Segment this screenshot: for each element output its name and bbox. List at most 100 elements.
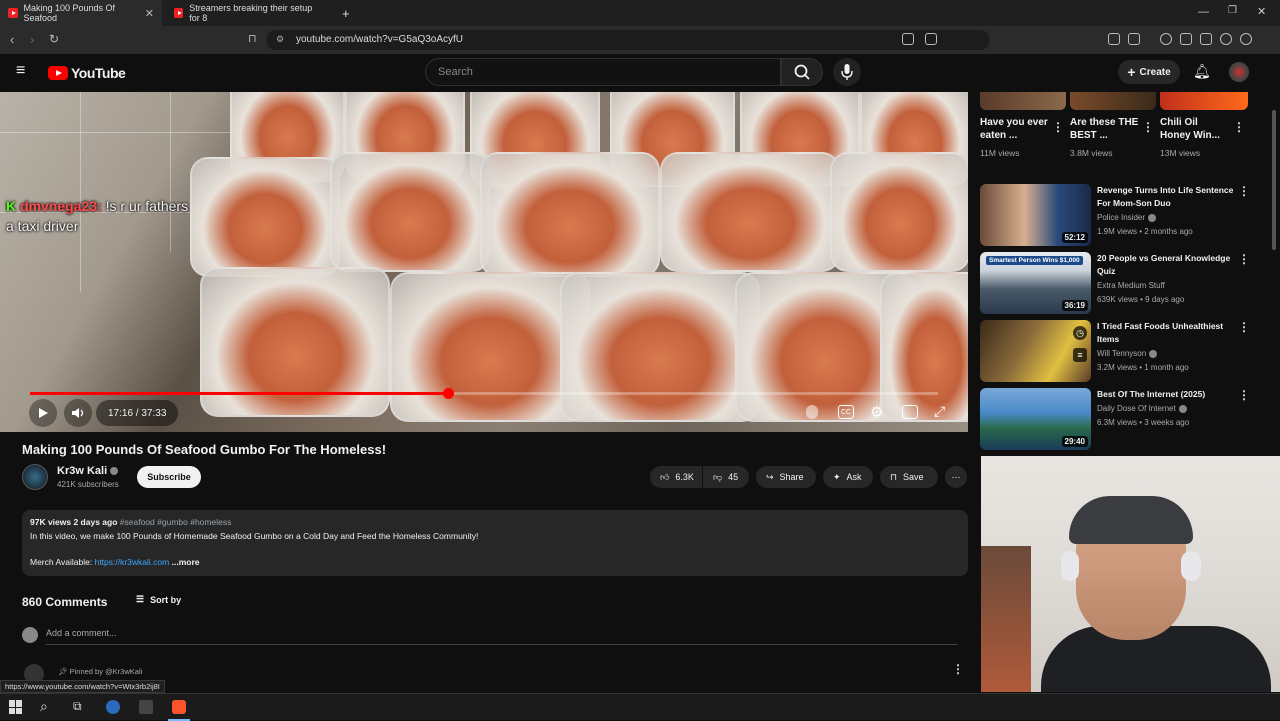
browser-toolbar: ‹ › ↻ ⊓ ⚙ youtube.com/watch?v=G5aQ3oAcyf…: [0, 26, 1280, 72]
notifications-bell-icon[interactable]: 🔔︎: [1193, 63, 1211, 80]
dislike-count: 45: [728, 472, 739, 482]
search-icon: [794, 64, 810, 80]
cast-icon[interactable]: [902, 33, 914, 45]
browser-tab-active[interactable]: Making 100 Pounds Of Seafood ✕: [0, 0, 162, 26]
leo-ai-icon[interactable]: [1220, 33, 1232, 45]
short-title[interactable]: Chili Oil Honey Win...: [1160, 116, 1230, 142]
recommended-title[interactable]: Revenge Turns Into Life Sentence For Mom…: [1097, 184, 1237, 210]
short-title[interactable]: Have you ever eaten ...: [980, 116, 1050, 142]
progress-bar[interactable]: [30, 388, 938, 399]
video-thumbnail[interactable]: 52:12: [980, 184, 1091, 246]
short-thumbnail[interactable]: [1070, 92, 1156, 110]
voice-search-button[interactable]: [833, 58, 861, 86]
video-menu-icon[interactable]: ⋮: [1238, 388, 1250, 402]
recommended-title[interactable]: Best Of The Internet (2025): [1097, 388, 1237, 401]
video-player[interactable]: K dmvnega23: !s r ur fathers a taxi driv…: [0, 92, 968, 432]
short-thumbnail[interactable]: [1160, 92, 1248, 110]
more-actions-button[interactable]: ⋯: [945, 466, 967, 488]
short-menu-icon[interactable]: ⋮: [1233, 120, 1245, 134]
account-avatar[interactable]: [1229, 62, 1249, 82]
save-button[interactable]: ⊓ Save: [880, 466, 938, 488]
search-input[interactable]: Search: [425, 58, 781, 86]
share-page-icon[interactable]: [925, 33, 937, 45]
merch-link[interactable]: https://kr3wkali.com: [95, 557, 170, 567]
recommended-channel[interactable]: Extra Medium Stuff: [1097, 281, 1165, 290]
theater-mode-icon[interactable]: [902, 405, 918, 419]
sidebar-toggle-icon[interactable]: [1180, 33, 1192, 45]
watch-later-icon[interactable]: ◷: [1073, 326, 1087, 340]
play-button[interactable]: [29, 399, 57, 427]
back-icon[interactable]: ‹: [10, 32, 14, 47]
hamburger-menu-icon[interactable]: ≡: [16, 62, 25, 80]
youtube-logo[interactable]: YouTube: [48, 65, 126, 81]
browser-tab[interactable]: Streamers breaking their setup for 8: [166, 0, 330, 26]
add-comment-input[interactable]: Add a comment...: [46, 628, 958, 645]
comment-menu-icon[interactable]: ⋮: [952, 662, 964, 676]
recommended-video[interactable]: 29:40 Best Of The Internet (2025) Daily …: [980, 388, 1250, 452]
hashtags[interactable]: #seafood #gumbo #homeless: [120, 517, 232, 527]
subscribe-button[interactable]: Subscribe: [137, 466, 201, 488]
recommended-video[interactable]: ◷ ≡ I Tried Fast Foods Unhealthiest Item…: [980, 320, 1250, 384]
sidebar-scrollbar[interactable]: [1272, 110, 1276, 250]
search-button[interactable]: [781, 58, 823, 86]
settings-gear-icon[interactable]: ⚙: [870, 403, 883, 421]
taskbar-search-icon[interactable]: ⌕: [40, 698, 48, 715]
close-tab-icon[interactable]: ✕: [145, 7, 154, 20]
brave-browser-icon[interactable]: [172, 700, 186, 714]
recommended-video[interactable]: 52:12 Revenge Turns Into Life Sentence F…: [980, 184, 1250, 248]
ask-button[interactable]: ✦ Ask: [823, 466, 873, 488]
recommended-channel[interactable]: Will Tennyson: [1097, 349, 1158, 358]
epic-games-icon[interactable]: [139, 700, 153, 714]
show-more-button[interactable]: ...more: [172, 557, 200, 567]
sort-comments-button[interactable]: ☰ Sort by: [136, 594, 181, 605]
video-thumbnail[interactable]: 29:40: [980, 388, 1091, 450]
autoplay-toggle[interactable]: [806, 405, 818, 419]
dislike-button[interactable]: 👎︎ 45: [703, 466, 749, 488]
short-menu-icon[interactable]: ⋮: [1052, 120, 1064, 134]
video-menu-icon[interactable]: ⋮: [1238, 184, 1250, 198]
recommended-title[interactable]: I Tried Fast Foods Unhealthiest Items: [1097, 320, 1237, 346]
site-info-icon[interactable]: ⚙: [276, 34, 284, 45]
media-icon[interactable]: [1160, 33, 1172, 45]
like-button[interactable]: 👍︎ 6.3K: [650, 466, 702, 488]
sort-label: Sort by: [150, 594, 182, 605]
channel-name[interactable]: Kr3w Kali: [57, 465, 119, 477]
short-menu-icon[interactable]: ⋮: [1142, 120, 1154, 134]
captions-icon[interactable]: CC: [838, 405, 854, 419]
mute-button[interactable]: [64, 399, 92, 427]
new-tab-button[interactable]: +: [334, 0, 354, 26]
add-to-queue-icon[interactable]: ≡: [1073, 348, 1087, 362]
recommended-video[interactable]: Smartest Person Wins $1,000 36:19 20 Peo…: [980, 252, 1250, 316]
recommended-channel[interactable]: Police Insider: [1097, 213, 1157, 222]
fullscreen-icon[interactable]: ⤢: [934, 403, 945, 420]
bookmark-icon[interactable]: ⊓: [248, 32, 257, 45]
restore-icon[interactable]: ❐: [1228, 5, 1237, 16]
short-thumbnail[interactable]: [980, 92, 1066, 110]
address-bar[interactable]: ⚙ youtube.com/watch?v=G5aQ3oAcyfU: [266, 30, 990, 50]
time-display: 17:16 / 37:33: [96, 400, 179, 426]
reload-icon[interactable]: ↻: [49, 32, 59, 46]
minimize-icon[interactable]: —: [1198, 6, 1209, 18]
recommended-channel[interactable]: Daily Dose Of Internet: [1097, 404, 1187, 413]
share-button[interactable]: ↪ Share: [756, 466, 816, 488]
recommended-title[interactable]: 20 People vs General Knowledge Quiz: [1097, 252, 1237, 278]
scrubber-handle[interactable]: [442, 388, 454, 399]
description-box[interactable]: 97K views 2 days ago #seafood #gumbo #ho…: [22, 510, 968, 576]
wallet-icon[interactable]: [1200, 33, 1212, 45]
forward-icon[interactable]: ›: [30, 32, 34, 47]
task-view-icon[interactable]: ⧉: [73, 699, 82, 714]
extensions-icon[interactable]: [1108, 33, 1120, 45]
video-menu-icon[interactable]: ⋮: [1238, 320, 1250, 334]
channel-avatar[interactable]: [22, 464, 48, 490]
volume-icon: [72, 408, 84, 418]
video-menu-icon[interactable]: ⋮: [1238, 252, 1250, 266]
create-button[interactable]: + Create: [1118, 60, 1180, 84]
screenshot-icon[interactable]: [1128, 33, 1140, 45]
close-window-icon[interactable]: ✕: [1257, 5, 1266, 18]
video-thumbnail[interactable]: Smartest Person Wins $1,000 36:19: [980, 252, 1091, 314]
video-thumbnail[interactable]: ◷ ≡: [980, 320, 1091, 382]
windows-start-icon[interactable]: [9, 700, 23, 714]
short-title[interactable]: Are these THE BEST ...: [1070, 116, 1140, 142]
vpn-icon[interactable]: [1240, 33, 1252, 45]
app-icon[interactable]: [106, 700, 120, 714]
